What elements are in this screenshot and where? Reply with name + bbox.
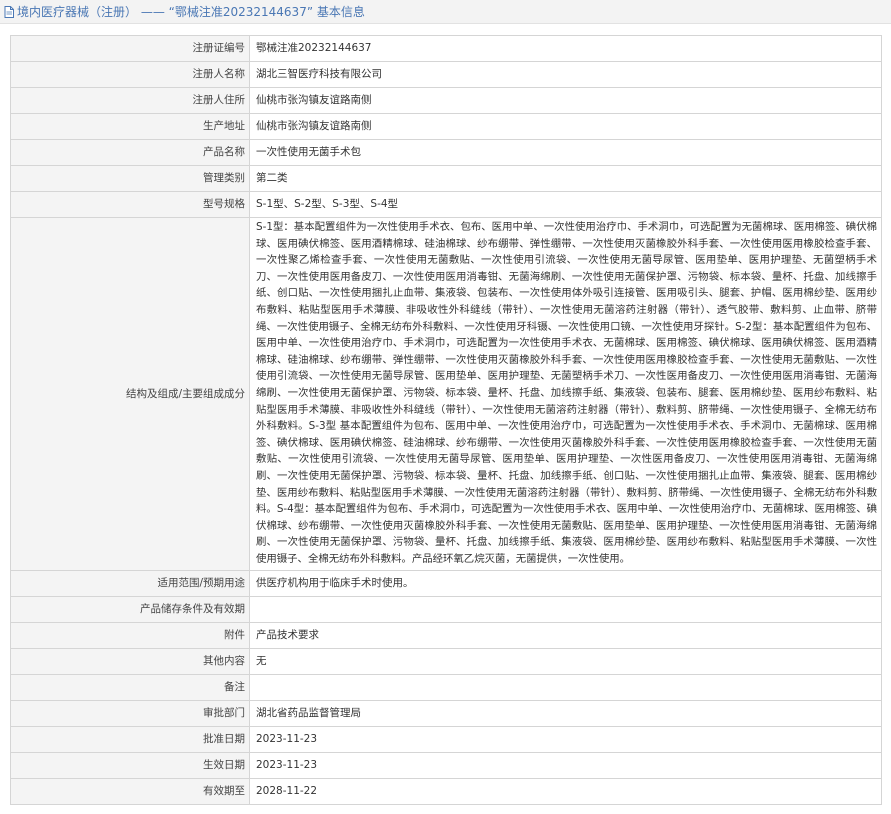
row-value: 鄂械注准20232144637 bbox=[249, 35, 882, 62]
row-value: S-1型、S-2型、S-3型、S-4型 bbox=[249, 191, 882, 218]
row-label: 审批部门 bbox=[10, 700, 250, 728]
table-row: 审批部门 湖北省药品监督管理局 bbox=[10, 700, 882, 728]
row-value: 产品技术要求 bbox=[249, 622, 882, 650]
row-value: 仙桃市张沟镇友谊路南侧 bbox=[249, 87, 882, 114]
row-label: 注册人住所 bbox=[10, 87, 250, 114]
row-label: 有效期至 bbox=[10, 778, 250, 806]
row-value bbox=[249, 596, 882, 624]
row-label: 型号规格 bbox=[10, 191, 250, 218]
table-row: 注册人住所 仙桃市张沟镇友谊路南侧 bbox=[10, 87, 882, 114]
table-row: 生产地址 仙桃市张沟镇友谊路南侧 bbox=[10, 113, 882, 140]
table-row: 注册证编号 鄂械注准20232144637 bbox=[10, 35, 882, 62]
row-label: 注册证编号 bbox=[10, 35, 250, 62]
row-value: 第二类 bbox=[249, 165, 882, 192]
row-label: 备注 bbox=[10, 674, 250, 702]
row-label: 生效日期 bbox=[10, 752, 250, 780]
table-row: 批准日期 2023-11-23 bbox=[10, 726, 882, 754]
table-row: 备注 bbox=[10, 674, 882, 702]
row-label: 注册人名称 bbox=[10, 61, 250, 88]
row-label: 结构及组成/主要组成成分 bbox=[10, 216, 250, 572]
document-icon bbox=[4, 5, 14, 18]
table-row: 产品名称 一次性使用无菌手术包 bbox=[10, 139, 882, 166]
row-label: 附件 bbox=[10, 622, 250, 650]
row-label: 管理类别 bbox=[10, 165, 250, 192]
row-value bbox=[249, 674, 882, 702]
row-label: 生产地址 bbox=[10, 113, 250, 140]
info-table: 注册证编号 鄂械注准20232144637 注册人名称 湖北三智医疗科技有限公司… bbox=[10, 35, 882, 806]
row-value: 一次性使用无菌手术包 bbox=[249, 139, 882, 166]
row-label: 批准日期 bbox=[10, 726, 250, 754]
row-value: 湖北省药品监督管理局 bbox=[249, 700, 882, 728]
table-row: 管理类别 第二类 bbox=[10, 165, 882, 192]
row-value: 仙桃市张沟镇友谊路南侧 bbox=[249, 113, 882, 140]
page-title: 境内医疗器械（注册） —— “鄂械注准20232144637” 基本信息 bbox=[17, 5, 365, 19]
table-row: 产品储存条件及有效期 bbox=[10, 596, 882, 624]
row-value: 湖北三智医疗科技有限公司 bbox=[249, 61, 882, 88]
table-row: 注册人名称 湖北三智医疗科技有限公司 bbox=[10, 61, 882, 88]
row-value: 2023-11-23 bbox=[249, 726, 882, 754]
row-value: 供医疗机构用于临床手术时使用。 bbox=[249, 570, 882, 598]
row-value: S-1型：基本配置组件为一次性使用手术衣、包布、医用中单、一次性使用治疗巾、手术… bbox=[249, 216, 882, 572]
table-row: 附件 产品技术要求 bbox=[10, 622, 882, 650]
table-row: 有效期至 2028-11-22 bbox=[10, 778, 882, 806]
table-row: 结构及组成/主要组成成分 S-1型：基本配置组件为一次性使用手术衣、包布、医用中… bbox=[10, 216, 882, 572]
row-label: 产品名称 bbox=[10, 139, 250, 166]
table-row: 生效日期 2023-11-23 bbox=[10, 752, 882, 780]
row-value: 2028-11-22 bbox=[249, 778, 882, 806]
row-label: 适用范围/预期用途 bbox=[10, 570, 250, 598]
row-value: 2023-11-23 bbox=[249, 752, 882, 780]
table-row: 型号规格 S-1型、S-2型、S-3型、S-4型 bbox=[10, 191, 882, 218]
page-header: 境内医疗器械（注册） —— “鄂械注准20232144637” 基本信息 bbox=[0, 0, 891, 24]
row-label: 产品储存条件及有效期 bbox=[10, 596, 250, 624]
table-row: 其他内容 无 bbox=[10, 648, 882, 676]
table-row: 适用范围/预期用途 供医疗机构用于临床手术时使用。 bbox=[10, 570, 882, 598]
row-value: 无 bbox=[249, 648, 882, 676]
row-label: 其他内容 bbox=[10, 648, 250, 676]
